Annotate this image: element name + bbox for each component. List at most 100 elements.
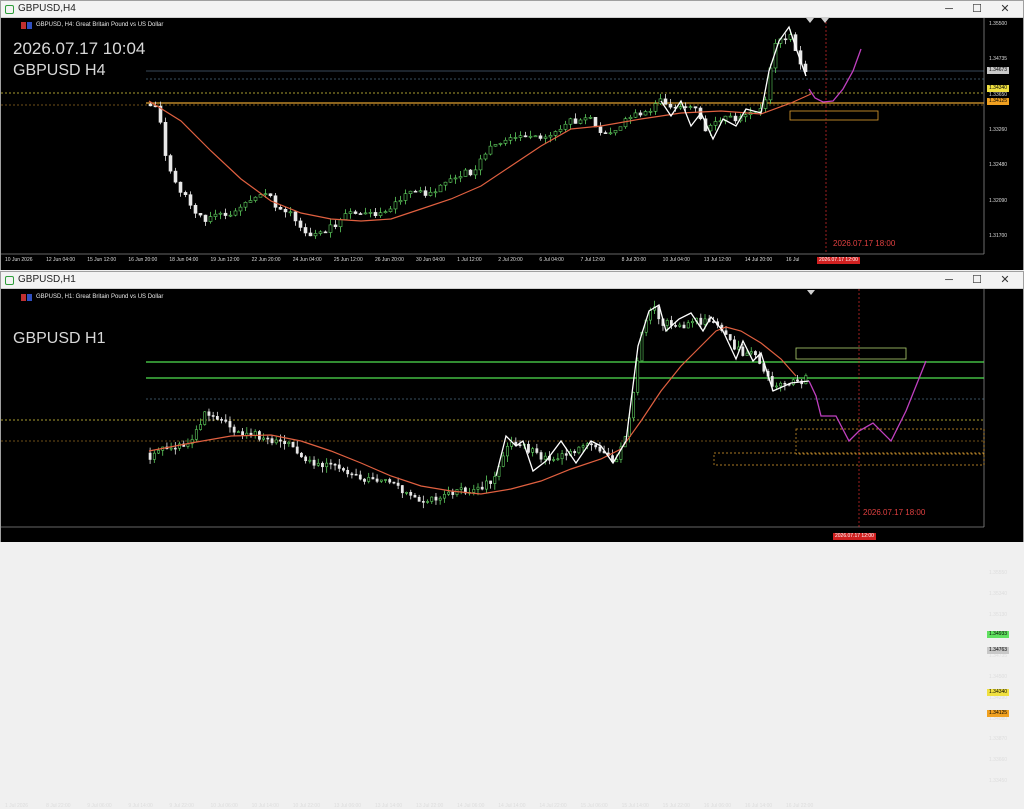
time-tick-label: 25 Jun 12:00 <box>333 257 363 263</box>
candle <box>426 501 429 503</box>
period-marker[interactable] <box>821 18 829 23</box>
candle <box>434 496 438 501</box>
candle <box>295 446 299 454</box>
chart-background <box>1 289 1023 542</box>
candle <box>633 112 638 118</box>
candle <box>417 496 421 502</box>
candle <box>173 447 177 450</box>
candle <box>581 445 585 448</box>
candle <box>303 227 308 234</box>
candle <box>518 135 523 138</box>
time-tick-label: 13 Jul 06:00 <box>333 803 362 809</box>
candle <box>636 360 640 393</box>
minimize-icon[interactable]: ─ <box>935 272 963 289</box>
candle <box>278 206 283 210</box>
candle <box>733 339 736 350</box>
candle <box>668 103 673 108</box>
price-level-tag: 1.34125 <box>987 710 1010 718</box>
candle <box>403 193 408 201</box>
chart-window-h1[interactable]: GBPUSD,H1 ─ ☐ ✕ GBPUSD, H1: Great Britai… <box>0 271 1024 809</box>
candle <box>594 444 598 448</box>
time-tick-label: 9 Jul 22:00 <box>169 803 194 809</box>
candle <box>198 213 203 216</box>
time-tick-label: 14 Jul 20:00 <box>744 257 773 263</box>
time-tick-label: 16 Jul 06:00 <box>703 803 732 809</box>
candle <box>353 211 358 214</box>
price-tick-label: 1.34735 <box>989 56 1008 63</box>
candle <box>274 439 278 444</box>
time-tick-label: 30 Jun 04:00 <box>416 257 445 263</box>
candle <box>300 452 303 458</box>
candle <box>618 126 623 131</box>
time-tick-label: 8 Jul 20:00 <box>621 257 647 263</box>
price-tick-label: 1.32480 <box>989 162 1008 169</box>
price-tick-label: 1.33450 <box>989 778 1008 784</box>
candle <box>241 431 244 436</box>
candle <box>613 130 618 134</box>
time-tick-label: 12 Jun 04:00 <box>46 257 76 263</box>
candle <box>678 324 682 327</box>
candle <box>665 320 669 326</box>
price-chart-h1[interactable] <box>1 289 1023 542</box>
price-level-tag: 1.34340 <box>987 85 1010 93</box>
candle <box>328 224 333 233</box>
candle <box>648 110 653 113</box>
candle <box>203 411 207 425</box>
candle <box>608 132 613 135</box>
candle <box>304 456 308 462</box>
candle <box>531 448 535 453</box>
candle <box>428 191 433 196</box>
candle <box>573 451 577 454</box>
candle <box>258 194 263 198</box>
time-tick-label: 16 Jul 22:00 <box>786 803 814 809</box>
candle <box>183 192 188 195</box>
candle <box>325 462 329 468</box>
candle <box>218 212 223 215</box>
candle <box>578 119 583 124</box>
candle <box>168 155 173 172</box>
candle <box>615 459 619 463</box>
chart-background <box>1 18 1023 270</box>
time-tick-label: 15 Jul 22:00 <box>662 803 690 809</box>
price-tick-label: 1.35340 <box>989 590 1008 597</box>
time-tick-label: 24 Jun 04:00 <box>292 257 322 263</box>
current-time-tag: 2026.07.17 12:00 <box>833 533 876 540</box>
chart-window-h4[interactable]: GBPUSD,H4 ─ ☐ ✕ GBPUSD, H4: Great Britai… <box>0 0 1024 270</box>
candle <box>438 497 442 501</box>
candle <box>663 98 668 105</box>
shift-marker[interactable] <box>806 18 814 23</box>
shift-marker[interactable] <box>807 290 815 295</box>
candle <box>363 212 368 215</box>
close-icon[interactable]: ✕ <box>991 272 1019 289</box>
candle <box>215 416 219 420</box>
close-icon[interactable]: ✕ <box>991 1 1019 18</box>
price-chart-h4[interactable] <box>1 18 1023 270</box>
candle <box>713 121 718 126</box>
candle <box>779 382 783 387</box>
candle <box>291 441 295 448</box>
candle <box>318 231 323 234</box>
candle <box>556 458 560 461</box>
maximize-icon[interactable]: ☐ <box>963 1 991 18</box>
candle <box>398 200 403 203</box>
candle <box>396 482 400 486</box>
candle <box>224 419 228 422</box>
time-tick-label: 13 Jul 22:00 <box>416 803 444 809</box>
price-level-tag: 1.34763 <box>987 647 1010 655</box>
window-titlebar[interactable]: GBPUSD,H1 ─ ☐ ✕ <box>1 272 1023 289</box>
candle <box>728 115 733 118</box>
candle <box>533 135 538 138</box>
window-titlebar[interactable]: GBPUSD,H4 ─ ☐ ✕ <box>1 1 1023 18</box>
candle <box>489 480 493 484</box>
minimize-icon[interactable]: ─ <box>935 1 963 18</box>
time-tick-label: 19 Jun 12:00 <box>210 257 240 263</box>
price-tick-label: 1.32090 <box>989 197 1008 204</box>
maximize-icon[interactable]: ☐ <box>963 272 991 289</box>
event-time-label: 2026.07.17 18:00 <box>833 239 896 248</box>
time-tick-label: 15 Jul 14:00 <box>621 803 649 809</box>
timestamp-overlay: 2026.07.17 10:04 <box>13 39 146 58</box>
time-tick-label: 10 Jul 04:00 <box>662 257 690 263</box>
candle <box>430 496 434 502</box>
candle <box>343 213 348 220</box>
price-tick-label: 1.35500 <box>989 21 1008 27</box>
